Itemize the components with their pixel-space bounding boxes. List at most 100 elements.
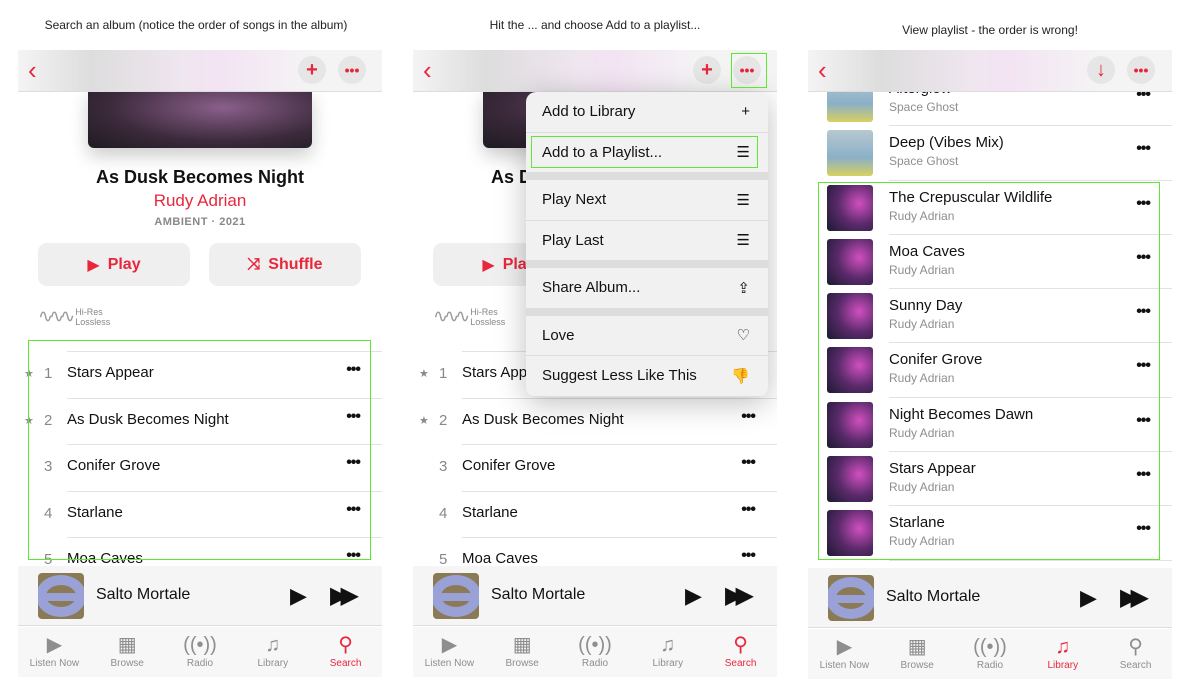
track-more-button[interactable]: ••• (741, 408, 756, 426)
tab-label: Library (257, 658, 289, 669)
tab-label: Listen Now (29, 658, 80, 669)
shuffle-icon: ⤨ (247, 255, 261, 273)
track-number: 4 (439, 504, 448, 522)
browse-icon: ▦ (907, 636, 927, 658)
highlight-box (531, 136, 758, 168)
track-artist: Space Ghost (889, 154, 959, 169)
star-icon: ★ (419, 368, 429, 380)
tab-label: Radio (976, 660, 1004, 671)
menu-separator (526, 173, 768, 180)
menu-item-label: Play Next (542, 191, 607, 209)
tab-search[interactable]: ⚲ Search (309, 627, 382, 677)
download-button[interactable]: ↓ (1087, 56, 1115, 84)
track-number: 1 (439, 365, 448, 382)
tab-library[interactable]: ♫ Library (1026, 629, 1099, 679)
menu-item-share-album[interactable]: Share Album... ⇪ (526, 268, 768, 309)
highlight-box (818, 182, 1160, 560)
tab-radio[interactable]: ((•)) Radio (164, 627, 237, 677)
track-more-button[interactable]: ••• (1136, 140, 1151, 158)
mini-player[interactable]: Salto Mortale ▶ ▶▶ (413, 566, 777, 626)
tab-browse[interactable]: ▦ Browse (486, 627, 559, 677)
tab-browse[interactable]: ▦ Browse (91, 627, 164, 677)
back-chevron-icon[interactable]: ‹ (818, 57, 827, 83)
highlight-box (28, 340, 371, 560)
highlight-box (731, 53, 767, 88)
nav-header: ‹ + ••• (413, 50, 777, 92)
caption-2: Hit the ... and choose Add to a playlist… (489, 18, 701, 32)
album-artist[interactable]: Rudy Adrian (18, 191, 382, 211)
now-playing-art (433, 573, 479, 619)
play-icon: ▶ (482, 256, 495, 274)
tab-listen-now[interactable]: ▶ Listen Now (18, 627, 91, 677)
shuffle-button[interactable]: ⤨ Shuffle (209, 243, 361, 286)
play-last-icon: ☰ (736, 232, 750, 250)
menu-item-add-to-library[interactable]: Add to Library + (526, 92, 768, 133)
add-button[interactable]: + (693, 56, 721, 84)
track-more-button[interactable]: ••• (741, 547, 756, 565)
now-playing-art (38, 573, 84, 619)
album-screen: ‹ + ••• As Dusk Becomes Night Rudy Adria… (18, 50, 382, 678)
track-name: Moa Caves (462, 550, 538, 567)
tab-library[interactable]: ♫ Library (631, 627, 704, 677)
mini-player[interactable]: Salto Mortale ▶ ▶▶ (808, 568, 1172, 628)
browse-icon: ▦ (512, 634, 532, 656)
search-icon: ⚲ (1128, 636, 1143, 658)
search-icon: ⚲ (338, 634, 353, 656)
add-button[interactable]: + (298, 56, 326, 84)
mini-player[interactable]: Salto Mortale ▶ ▶▶ (18, 566, 382, 626)
tab-label: Radio (186, 658, 214, 669)
tab-listen-now[interactable]: ▶ Listen Now (413, 627, 486, 677)
playlist-row[interactable]: Deep (Vibes Mix) Space Ghost ••• (808, 126, 1172, 181)
fast-forward-icon[interactable]: ▶▶ (725, 581, 754, 610)
tab-label: Search (724, 658, 757, 669)
menu-item-suggest-less-like-this[interactable]: Suggest Less Like This 👎 (526, 356, 768, 397)
play-icon: ▶ (87, 256, 100, 274)
tab-label: Search (1119, 660, 1152, 671)
play-button[interactable]: ▶ Play (38, 243, 190, 286)
track-more-button[interactable]: ••• (741, 454, 756, 472)
tab-label: Browse (110, 658, 144, 669)
tab-search[interactable]: ⚲ Search (704, 627, 777, 677)
track-number: 3 (439, 458, 448, 475)
tab-listen-now[interactable]: ▶ Listen Now (808, 629, 881, 679)
track-row[interactable]: ★ 2 As Dusk Becomes Night ••• (413, 397, 777, 445)
track-artwork (827, 130, 873, 177)
tab-radio[interactable]: ((•)) Radio (954, 629, 1027, 679)
menu-item-play-last[interactable]: Play Last ☰ (526, 221, 768, 261)
play-icon[interactable]: ▶ (290, 583, 307, 609)
more-button[interactable]: ••• (1127, 56, 1155, 84)
album-art (88, 90, 312, 148)
fast-forward-icon[interactable]: ▶▶ (1120, 583, 1149, 612)
track-row[interactable]: 3 Conifer Grove ••• (413, 444, 777, 491)
star-icon: ★ (419, 414, 429, 427)
back-chevron-icon[interactable]: ‹ (423, 57, 432, 83)
play-icon[interactable]: ▶ (685, 583, 702, 609)
track-row[interactable]: 4 Starlane ••• (413, 490, 777, 538)
album-title: As Dusk Becomes Night (95, 167, 305, 187)
more-button[interactable]: ••• (338, 56, 366, 84)
back-chevron-icon[interactable]: ‹ (28, 57, 37, 83)
tab-browse[interactable]: ▦ Browse (881, 629, 954, 679)
tab-bar: ▶ Listen Now ▦ Browse ((•)) Radio ♫ Libr… (18, 627, 382, 677)
menu-item-label: Play Last (542, 231, 604, 249)
plus-icon: + (741, 103, 750, 121)
track-name: Starlane (462, 503, 518, 521)
play-icon[interactable]: ▶ (1080, 585, 1097, 611)
hires-text: Hi-Res (470, 306, 498, 317)
tab-radio[interactable]: ((•)) Radio (559, 627, 632, 677)
share-icon: ⇪ (737, 279, 750, 297)
menu-item-love[interactable]: Love ♡ (526, 316, 768, 356)
tab-library[interactable]: ♫ Library (236, 627, 309, 677)
tab-label: Library (1047, 660, 1079, 671)
menu-item-label: Share Album... (542, 279, 641, 297)
library-icon: ♫ (265, 634, 281, 656)
tab-label: Listen Now (424, 658, 475, 669)
tab-search[interactable]: ⚲ Search (1099, 629, 1172, 679)
track-more-button[interactable]: ••• (741, 501, 756, 519)
thumbs-down-icon: 👎 (731, 367, 750, 385)
lossless-wave-icon: ∿∿∿ (38, 306, 75, 326)
fast-forward-icon[interactable]: ▶▶ (330, 581, 359, 610)
menu-item-play-next[interactable]: Play Next ☰ (526, 180, 768, 221)
playlist-screen: ‹ ↓ ••• Afterglow Space Ghost ••• Deep (… (808, 50, 1172, 680)
tab-label: Browse (505, 658, 539, 669)
